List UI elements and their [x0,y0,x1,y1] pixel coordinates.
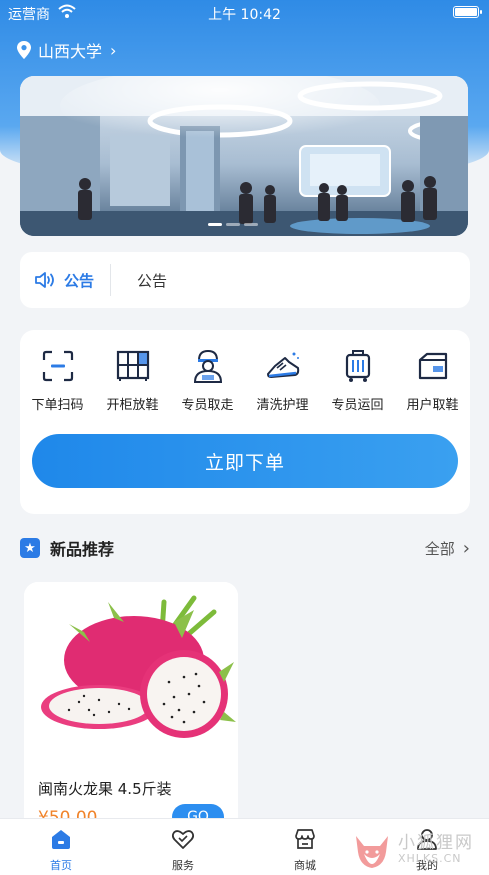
chevron-right-icon: › [462,537,470,559]
notice-divider [110,264,112,296]
locker-icon [116,350,149,381]
carousel-dot [244,223,258,226]
location-selector[interactable]: 山西大学 › [16,38,116,62]
view-all-label: 全部 [424,539,455,558]
speaker-icon [35,272,54,288]
section-title: 新品推荐 [50,540,115,559]
tab-label: 服务 [172,859,194,872]
service-pickup[interactable]: 专员取走 [170,348,245,413]
home-icon [52,830,70,849]
service-clean[interactable]: 清洗护理 [245,348,320,413]
chevron-right-icon: › [110,40,117,60]
shop-icon [295,829,315,849]
fox-logo-icon [356,836,388,868]
status-time: 上午 10:42 [208,7,281,23]
site-watermark: 小狐狸网 XHLKS.CN [350,828,489,872]
product-card[interactable]: 闽南火龙果 4.5斤装 ¥50.00 GO [24,582,238,832]
service-label: 清洗护理 [256,398,309,413]
service-label: 专员运回 [331,398,384,413]
box-icon [418,352,447,380]
star-icon: ★ [20,538,40,558]
status-bar: 运营商 上午 10:42 [0,0,489,26]
carousel-dot [208,223,222,226]
notice-text: 公告 [137,271,168,290]
location-name: 山西大学 [38,42,103,61]
tab-mall[interactable]: 商城 [244,819,366,875]
banner-image [20,76,468,236]
product-image [24,582,238,752]
service-label: 用户取鞋 [406,398,459,413]
location-pin-icon [17,41,31,59]
courier-icon [193,349,222,383]
scan-icon [42,350,73,382]
carousel-indicator [208,223,258,226]
shoe-clean-icon [266,352,299,378]
product-name: 闽南火龙果 4.5斤装 [38,780,172,798]
luggage-icon [345,350,370,382]
service-label: 专员取走 [181,398,234,413]
watermark-text: 小狐狸网 [398,833,474,853]
tab-home[interactable]: 首页 [0,819,122,875]
service-scan[interactable]: 下单扫码 [20,348,95,413]
order-now-button[interactable]: 立即下单 [32,434,458,488]
banner-carousel[interactable] [20,76,468,236]
service-panel: 下单扫码 开柜放鞋 专员取走 清洗护理 专员运回 用户取鞋 立即下单 [20,330,470,514]
new-products-header: ★ 新品推荐 全部 › [20,536,470,560]
tab-label: 首页 [50,859,72,872]
service-row: 下单扫码 开柜放鞋 专员取走 清洗护理 专员运回 用户取鞋 [20,348,470,413]
carousel-dot [226,223,240,226]
service-return[interactable]: 专员运回 [320,348,395,413]
service-label: 开柜放鞋 [106,398,159,413]
notice-bar[interactable]: 公告 公告 [20,252,470,308]
battery-icon [453,6,482,18]
notice-title: 公告 [64,271,95,290]
service-locker[interactable]: 开柜放鞋 [95,348,170,413]
tab-label: 商城 [294,859,316,872]
heart-icon [171,830,195,849]
service-collect[interactable]: 用户取鞋 [395,348,470,413]
watermark-subtext: XHLKS.CN [398,852,462,865]
view-all-link[interactable]: 全部 › [425,538,470,559]
tab-service[interactable]: 服务 [122,819,244,875]
service-label: 下单扫码 [31,398,84,413]
